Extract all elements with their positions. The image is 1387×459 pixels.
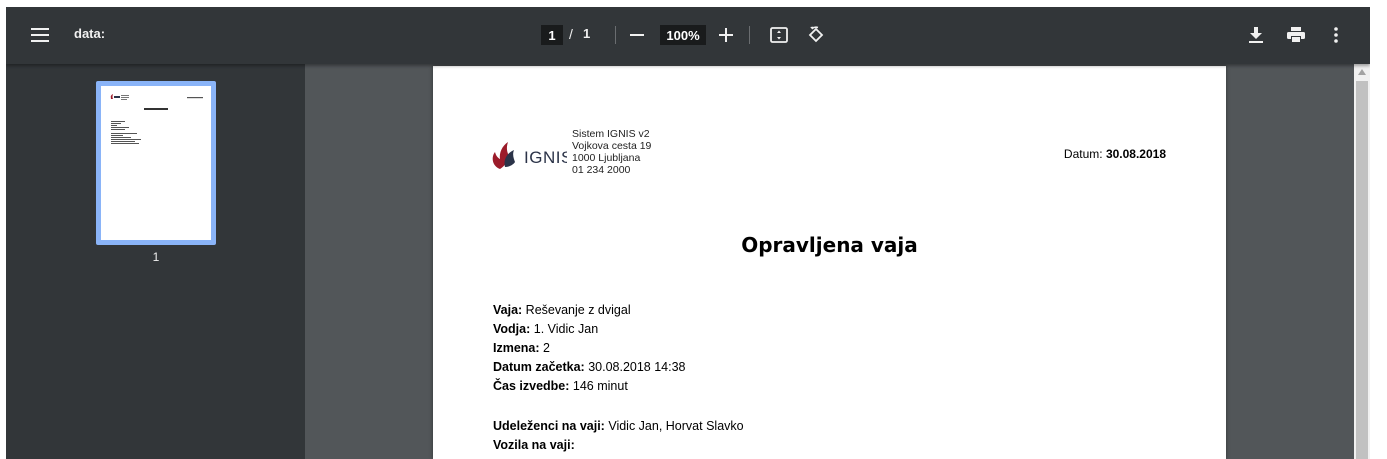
thumbnail-content	[110, 94, 203, 144]
field-row: Udeleženci na vaji: Vidic Jan, Horvat Sl…	[493, 417, 744, 436]
scrollbar-thumb[interactable]	[1356, 81, 1368, 459]
logo-text: IGNIS	[524, 148, 567, 167]
field-label: Vodja:	[493, 322, 531, 336]
thumbnail-page-preview	[101, 86, 211, 240]
thumbnail-page-number: 1	[152, 250, 160, 264]
rotate-icon[interactable]	[803, 22, 829, 48]
document-heading: Opravljena vaja	[741, 233, 918, 257]
field-value: 1. Vidic Jan	[533, 322, 599, 336]
field-label: Udeleženci na vaji:	[493, 419, 605, 433]
scroll-up-arrow-icon[interactable]	[1354, 64, 1370, 80]
minus-icon[interactable]	[624, 22, 650, 48]
ignis-logo: IGNIS	[491, 137, 572, 176]
page-thumbnail[interactable]	[96, 81, 216, 245]
download-icon[interactable]	[1243, 22, 1269, 48]
field-label: Vozila na vaji:	[493, 438, 575, 452]
field-row: Datum začetka: 30.08.2018 14:38	[493, 358, 686, 377]
field-value: Vidic Jan, Horvat Slavko	[608, 419, 744, 433]
date-label: Datum:	[1063, 147, 1103, 161]
company-city: 1000 Ljubljana	[572, 152, 641, 164]
document-date: Datum: 30.08.2018	[1064, 147, 1166, 161]
date-value: 30.08.2018	[1105, 147, 1166, 161]
hamburger-menu-icon[interactable]	[26, 21, 54, 49]
company-name: Sistem IGNIS v2	[572, 128, 650, 140]
field-row: Čas izvedbe: 146 minut	[493, 377, 628, 396]
print-icon[interactable]	[1283, 22, 1309, 48]
field-value: 146 minut	[572, 379, 628, 393]
field-value: 2	[543, 341, 550, 355]
field-value: Reševanje z dvigal	[525, 303, 631, 317]
field-row: Izmena: 2	[493, 339, 550, 358]
document-page: IGNIS Sistem IGNIS v2 Vojkova cesta 19 1…	[433, 66, 1226, 459]
company-phone: 01 234 2000	[572, 164, 631, 176]
field-label: Čas izvedbe:	[493, 379, 570, 393]
fit-to-page-icon[interactable]	[766, 22, 792, 48]
company-street: Vojkova cesta 19	[572, 140, 652, 152]
field-label: Datum začetka:	[493, 360, 585, 374]
page-number-input[interactable]	[541, 25, 563, 45]
field-row: Vozila na vaji:	[493, 436, 575, 455]
vertical-scrollbar[interactable]	[1354, 64, 1370, 459]
company-address: Sistem IGNIS v2 Vojkova cesta 19 1000 Lj…	[572, 128, 651, 176]
field-label: Izmena:	[493, 341, 540, 355]
field-value: 30.08.2018 14:38	[588, 360, 686, 374]
field-row: Vodja: 1. Vidic Jan	[493, 320, 598, 339]
page-total: 1	[583, 26, 591, 41]
plus-icon[interactable]	[713, 22, 739, 48]
toolbar-divider	[615, 26, 616, 44]
zoom-level-input[interactable]	[660, 25, 706, 45]
page-separator: /	[569, 26, 573, 42]
pdf-viewer: data: / 1	[6, 7, 1370, 459]
field-label: Vaja:	[493, 303, 523, 317]
more-vert-icon[interactable]	[1323, 22, 1349, 48]
toolbar: data: / 1	[6, 7, 1370, 64]
document-title: data:	[74, 26, 106, 41]
toolbar-divider	[749, 26, 750, 44]
thumbnail-sidebar: 1	[6, 64, 305, 459]
field-row: Vaja: Reševanje z dvigal	[493, 301, 631, 320]
